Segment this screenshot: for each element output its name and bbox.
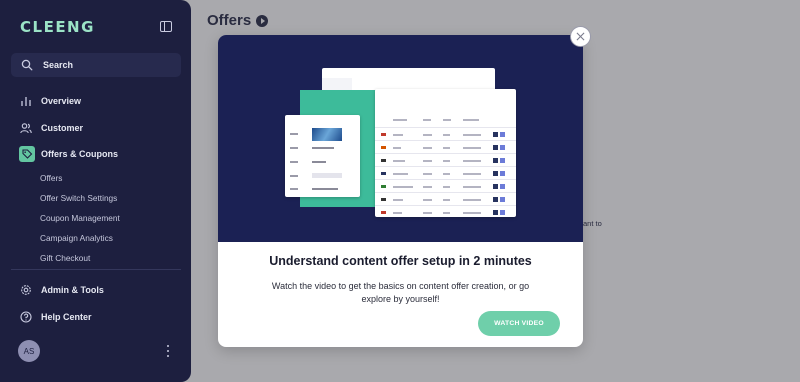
- sidebar-item-offers-coupons[interactable]: Offers & Coupons: [19, 146, 118, 162]
- close-modal-button[interactable]: [570, 26, 591, 47]
- help-icon: [19, 310, 33, 324]
- collapse-sidebar-icon[interactable]: [160, 21, 172, 32]
- sidebar-subitem-gift-checkout[interactable]: Gift Checkout: [40, 253, 90, 263]
- modal-title: Understand content offer setup in 2 minu…: [269, 254, 532, 268]
- sidebar-item-label: Offers & Coupons: [41, 149, 119, 159]
- play-video-icon[interactable]: [256, 14, 269, 27]
- modal-hero-illustration: [218, 35, 583, 242]
- search-label: Search: [43, 60, 74, 70]
- users-icon: [19, 121, 33, 135]
- sidebar-item-label: Help Center: [41, 312, 92, 322]
- cleeng-logo[interactable]: CLEENG: [20, 18, 95, 36]
- sidebar-subitem-campaign-analytics[interactable]: Campaign Analytics: [40, 233, 113, 243]
- search-icon: [21, 59, 33, 71]
- onboarding-video-modal: Understand content offer setup in 2 minu…: [218, 35, 583, 347]
- avatar[interactable]: AS: [18, 340, 40, 362]
- sidebar-divider: [11, 269, 181, 270]
- bar-chart-icon: [19, 94, 33, 108]
- sidebar-item-admin-tools[interactable]: Admin & Tools: [19, 283, 104, 297]
- more-options-icon[interactable]: [166, 345, 170, 357]
- watch-video-button[interactable]: WATCH VIDEO: [478, 311, 560, 336]
- page-title-text: Offers: [207, 12, 252, 29]
- modal-description: Watch the video to get the basics on con…: [271, 281, 530, 304]
- tag-icon: [19, 146, 35, 162]
- sidebar-subitem-coupon-management[interactable]: Coupon Management: [40, 213, 120, 223]
- offer-information-mockup: [285, 115, 360, 197]
- sidebar-item-customer[interactable]: Customer: [19, 121, 83, 135]
- close-icon: [576, 32, 585, 41]
- sidebar-subitem-offers[interactable]: Offers: [40, 173, 62, 183]
- page-title: Offers: [207, 12, 269, 29]
- sidebar-item-help-center[interactable]: Help Center: [19, 310, 92, 324]
- background-text-fragment: ant to: [583, 219, 602, 228]
- sidebar-item-overview[interactable]: Overview: [19, 94, 81, 108]
- sidebar-item-label: Customer: [41, 123, 84, 133]
- localizations-table-mockup: [375, 89, 516, 217]
- sidebar-item-label: Admin & Tools: [41, 285, 104, 295]
- gear-icon: [19, 283, 33, 297]
- search-input[interactable]: Search: [11, 53, 181, 77]
- sidebar-item-label: Overview: [41, 96, 82, 106]
- sidebar-subitem-offer-switch-settings[interactable]: Offer Switch Settings: [40, 193, 117, 203]
- sidebar: CLEENG Search Overview Customer Offers &…: [0, 0, 191, 382]
